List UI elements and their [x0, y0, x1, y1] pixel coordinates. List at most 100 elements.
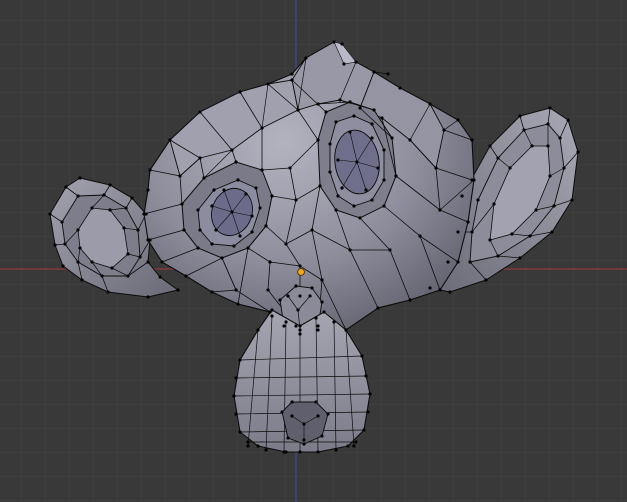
mesh-vertex[interactable]: [314, 316, 318, 320]
mesh-vertex[interactable]: [182, 228, 186, 232]
mesh-vertex[interactable]: [318, 184, 322, 188]
mesh-vertex[interactable]: [280, 410, 284, 414]
mesh-vertex[interactable]: [348, 130, 352, 134]
mesh-vertex[interactable]: [382, 148, 386, 152]
mesh-vertex[interactable]: [496, 254, 500, 258]
mesh-vertex[interactable]: [212, 188, 216, 192]
mesh-vertex[interactable]: [508, 166, 512, 170]
mesh-vertex[interactable]: [142, 212, 146, 216]
mesh-vertex[interactable]: [380, 116, 384, 120]
mesh-vertex[interactable]: [250, 230, 254, 234]
mesh-vertex[interactable]: [126, 274, 130, 278]
mesh-vertex[interactable]: [178, 174, 182, 178]
mesh-vertex[interactable]: [210, 290, 214, 294]
viewport-canvas[interactable]: [0, 0, 627, 502]
mesh-vertex[interactable]: [340, 42, 344, 46]
mesh-vertex[interactable]: [298, 324, 302, 328]
mesh-vertex[interactable]: [298, 450, 302, 454]
mesh-vertex[interactable]: [336, 158, 340, 162]
mesh-vertex[interactable]: [364, 188, 368, 192]
mesh-vertex[interactable]: [198, 228, 202, 232]
mesh-vertex[interactable]: [282, 450, 286, 454]
mesh-vertex[interactable]: [298, 332, 302, 336]
mesh-vertex[interactable]: [63, 242, 67, 246]
mesh-vertex[interactable]: [522, 128, 526, 132]
mesh-vertex[interactable]: [244, 192, 248, 196]
mesh-vertex[interactable]: [308, 294, 312, 298]
object-origin-point[interactable]: [297, 268, 305, 276]
mesh-vertex[interactable]: [370, 136, 374, 140]
mesh-vertex[interactable]: [146, 295, 150, 299]
mesh-vertex[interactable]: [328, 142, 332, 146]
mesh-vertex[interactable]: [320, 300, 324, 304]
mesh-vertex[interactable]: [528, 234, 532, 238]
mesh-vertex[interactable]: [264, 224, 268, 228]
mesh-vertex[interactable]: [328, 170, 332, 174]
mesh-vertex[interactable]: [316, 324, 320, 328]
mesh-vertex[interactable]: [316, 138, 320, 142]
mesh-vertex[interactable]: [438, 288, 442, 292]
mesh-vertex[interactable]: [234, 160, 238, 164]
mesh-vertex[interactable]: [296, 108, 300, 112]
mesh-vertex[interactable]: [394, 174, 398, 178]
mesh-vertex[interactable]: [376, 166, 380, 170]
mesh-vertex[interactable]: [460, 194, 464, 198]
mesh-vertex[interactable]: [352, 204, 356, 208]
mesh-vertex[interactable]: [296, 308, 300, 312]
mesh-vertex[interactable]: [76, 260, 80, 264]
mesh-vertex[interactable]: [348, 100, 352, 104]
mesh-vertex[interactable]: [250, 214, 254, 218]
mesh-vertex[interactable]: [298, 328, 302, 332]
mesh-vertex[interactable]: [122, 226, 126, 230]
mesh-vertex[interactable]: [290, 78, 294, 82]
mesh-vertex[interactable]: [470, 178, 474, 182]
mesh-vertex[interactable]: [53, 243, 57, 247]
mesh-vertex[interactable]: [238, 234, 242, 238]
mesh-vertex[interactable]: [294, 284, 298, 288]
mesh-vertex[interactable]: [408, 138, 412, 142]
mesh-vertex[interactable]: [236, 302, 240, 306]
mesh-vertex[interactable]: [342, 62, 346, 66]
mesh-vertex[interactable]: [550, 230, 554, 234]
mesh-vertex[interactable]: [370, 122, 374, 126]
mesh-vertex[interactable]: [334, 208, 338, 212]
mesh-vertex[interactable]: [286, 294, 290, 298]
mesh-vertex[interactable]: [548, 174, 552, 178]
mesh-vertex[interactable]: [358, 106, 362, 110]
mesh-vertex[interactable]: [270, 194, 274, 198]
mesh-vertex[interactable]: [214, 228, 218, 232]
mesh-vertex[interactable]: [230, 210, 234, 214]
mesh-vertex[interactable]: [418, 234, 422, 238]
mesh-vertex[interactable]: [324, 110, 328, 114]
mesh-vertex[interactable]: [266, 288, 270, 292]
mesh-vertex[interactable]: [492, 202, 496, 206]
mesh-vertex[interactable]: [546, 144, 550, 148]
mesh-vertex[interactable]: [64, 185, 68, 189]
mesh-vertex[interactable]: [78, 246, 82, 250]
mesh-vertex[interactable]: [448, 290, 452, 294]
mesh-vertex[interactable]: [442, 128, 446, 132]
mesh-vertex[interactable]: [302, 422, 306, 426]
mesh-vertex[interactable]: [488, 238, 492, 242]
mesh-vertex[interactable]: [160, 260, 164, 264]
mesh-vertex[interactable]: [468, 260, 472, 264]
mesh-vertex[interactable]: [210, 242, 214, 246]
mesh-vertex[interactable]: [138, 255, 142, 259]
mesh-vertex[interactable]: [158, 275, 162, 279]
mesh-vertex[interactable]: [196, 208, 200, 212]
mesh-vertex[interactable]: [368, 392, 372, 396]
mesh-vertex[interactable]: [270, 308, 274, 312]
mesh-vertex[interactable]: [434, 166, 438, 170]
mesh-vertex[interactable]: [316, 102, 320, 106]
mesh-vertex[interactable]: [470, 138, 474, 142]
mesh-vertex[interactable]: [364, 374, 368, 378]
mesh-vertex[interactable]: [388, 248, 392, 252]
mesh-vertex[interactable]: [344, 328, 348, 332]
mesh-vertex[interactable]: [314, 400, 318, 404]
mesh-vertex[interactable]: [338, 98, 342, 102]
mesh-vertex[interactable]: [168, 138, 172, 142]
mesh-vertex[interactable]: [222, 188, 226, 192]
mesh-vertex[interactable]: [558, 136, 562, 140]
mesh-vertex[interactable]: [284, 242, 288, 246]
mesh-vertex[interactable]: [246, 444, 250, 448]
